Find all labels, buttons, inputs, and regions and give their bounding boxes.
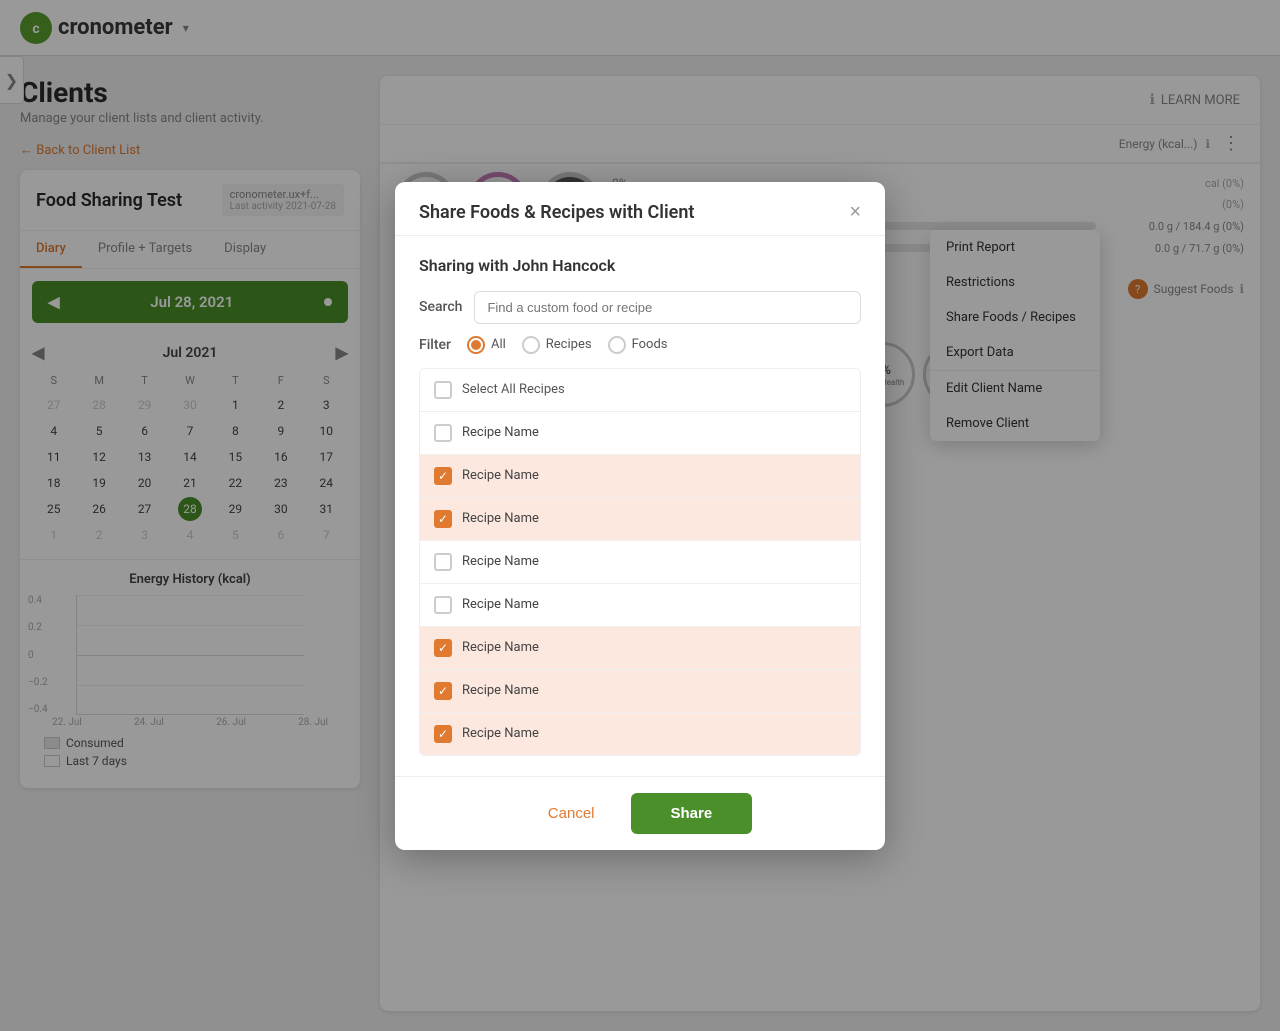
modal-overlay: Share Foods & Recipes with Client × Shar… (0, 0, 1280, 1031)
radio-recipes-outer (522, 336, 540, 354)
radio-all-inner (471, 340, 481, 350)
modal-close-button[interactable]: × (849, 202, 861, 222)
recipe-row-6[interactable]: ✓ Recipe Name (420, 670, 860, 713)
recipe-checkbox-3[interactable] (434, 553, 452, 571)
filter-row: Filter All Recipes Foods (419, 336, 861, 354)
recipe-checkbox-1[interactable]: ✓ (434, 467, 452, 485)
recipe-checkbox-5[interactable]: ✓ (434, 639, 452, 657)
filter-label: Filter (419, 337, 451, 353)
recipe-row-2[interactable]: ✓ Recipe Name (420, 498, 860, 541)
filter-all-label: All (491, 337, 506, 352)
select-all-checkbox[interactable] (434, 381, 452, 399)
share-modal: Share Foods & Recipes with Client × Shar… (395, 182, 885, 850)
filter-foods[interactable]: Foods (608, 336, 668, 354)
recipe-name-5: Recipe Name (462, 640, 539, 655)
filter-all[interactable]: All (467, 336, 506, 354)
recipe-checkbox-4[interactable] (434, 596, 452, 614)
modal-header: Share Foods & Recipes with Client × (395, 182, 885, 236)
modal-body: Sharing with John Hancock Search Filter … (395, 236, 885, 776)
modal-title: Share Foods & Recipes with Client (419, 202, 694, 223)
filter-recipes[interactable]: Recipes (522, 336, 592, 354)
recipe-row-5[interactable]: ✓ Recipe Name (420, 627, 860, 670)
search-label: Search (419, 299, 462, 315)
recipe-name-0: Recipe Name (462, 425, 539, 440)
radio-all-outer (467, 336, 485, 354)
recipes-list: Select All Recipes Recipe Name ✓ Recipe … (419, 368, 861, 756)
recipe-checkbox-6[interactable]: ✓ (434, 682, 452, 700)
recipe-checkbox-2[interactable]: ✓ (434, 510, 452, 528)
cancel-button[interactable]: Cancel (528, 795, 615, 832)
share-button[interactable]: Share (631, 793, 753, 834)
recipe-row-3[interactable]: Recipe Name (420, 541, 860, 584)
search-input[interactable] (474, 291, 861, 324)
recipe-name-2: Recipe Name (462, 511, 539, 526)
app-background: c cronometer ▾ ❯ Clients Manage your cli… (0, 0, 1280, 1031)
recipe-name-4: Recipe Name (462, 597, 539, 612)
recipe-checkbox-7[interactable]: ✓ (434, 725, 452, 743)
recipe-row-7[interactable]: ✓ Recipe Name (420, 713, 860, 755)
recipe-name-1: Recipe Name (462, 468, 539, 483)
recipe-row-4[interactable]: Recipe Name (420, 584, 860, 627)
recipe-name-6: Recipe Name (462, 683, 539, 698)
recipe-checkbox-0[interactable] (434, 424, 452, 442)
recipe-row-1[interactable]: ✓ Recipe Name (420, 455, 860, 498)
select-all-label: Select All Recipes (462, 382, 565, 397)
sharing-with-label: Sharing with John Hancock (419, 256, 861, 275)
search-row: Search (419, 291, 861, 324)
modal-footer: Cancel Share (395, 776, 885, 850)
recipe-name-7: Recipe Name (462, 726, 539, 741)
recipe-name-3: Recipe Name (462, 554, 539, 569)
select-all-row[interactable]: Select All Recipes (420, 369, 860, 412)
filter-foods-label: Foods (632, 337, 668, 352)
radio-foods-outer (608, 336, 626, 354)
recipe-row-0[interactable]: Recipe Name (420, 412, 860, 455)
filter-recipes-label: Recipes (546, 337, 592, 352)
